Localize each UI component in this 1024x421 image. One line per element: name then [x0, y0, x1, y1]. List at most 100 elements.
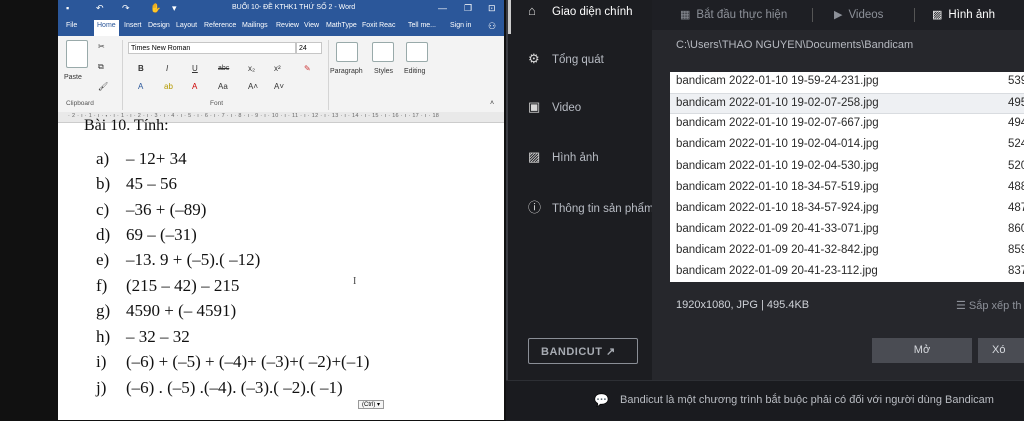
customize-qat-icon[interactable]: ▾	[172, 3, 177, 14]
sort-button[interactable]: ☰ Sắp xếp th	[956, 299, 1022, 312]
exercise-item: j) (–6) . (–5) .(–4). (–3).( –2).( –1)	[96, 378, 343, 397]
file-row[interactable]: bandicam 2022-01-10 19-02-07-667.jpg 494	[670, 114, 1024, 135]
info-icon: ⓘ	[528, 200, 542, 215]
restore-button[interactable]: ❐	[464, 3, 472, 14]
tell-me-search[interactable]: Tell me...	[408, 22, 436, 29]
exercise-item: a) – 12+ 34	[96, 149, 187, 168]
bandicam-footer: 💬 Bandicut là một chương trình bắt buộc …	[506, 380, 1024, 421]
word-window: ▪ ↶ ↷ ✋ ▾ BUỔI 10- ĐỀ KTHK1 THỨ SỐ 2 - W…	[58, 0, 504, 420]
file-row[interactable]: bandicam 2022-01-10 18-34-57-519.jpg 488	[670, 178, 1024, 199]
text-cursor-icon: I	[353, 276, 357, 287]
font-group-label: Font	[210, 100, 224, 107]
tab-videos[interactable]: ▶ Videos	[834, 8, 883, 21]
touch-mode-icon[interactable]: ✋	[150, 3, 161, 14]
shrink-font-icon[interactable]: A˅	[274, 82, 284, 91]
tab-view[interactable]: View	[304, 22, 319, 29]
editing-icon[interactable]	[406, 42, 428, 62]
file-list[interactable]: bandicam 2022-01-10 19-59-24-231.jpg 539 …	[670, 72, 1024, 282]
paragraph-icon[interactable]	[336, 42, 358, 62]
gear-icon: ⚙	[528, 51, 540, 66]
nav-home[interactable]: ⌂ Giao diện chính	[528, 3, 633, 18]
file-info: 1920x1080, JPG | 495.4KB	[676, 299, 810, 311]
user-icon[interactable]: ⚇	[488, 21, 496, 32]
tab-design[interactable]: Design	[148, 22, 170, 29]
italic-button[interactable]: I	[166, 64, 168, 73]
file-row[interactable]: bandicam 2022-01-09 20-41-23-112.jpg 837	[670, 262, 1024, 282]
ribbon-display-icon[interactable]: ⊡	[488, 3, 496, 14]
tab-divider	[812, 8, 813, 22]
underline-button[interactable]: U	[192, 64, 198, 73]
footer-message[interactable]: Bandicut là một chương trình bắt buộc ph…	[620, 394, 994, 406]
redo-icon[interactable]: ↷	[122, 3, 130, 14]
cut-icon[interactable]: ✂	[98, 42, 105, 51]
tab-file[interactable]: File	[66, 22, 77, 29]
file-row[interactable]: bandicam 2022-01-10 18-34-57-924.jpg 487	[670, 199, 1024, 220]
styles-button[interactable]: Styles	[374, 68, 393, 75]
video-icon: ▣	[528, 99, 541, 114]
font-name-select[interactable]: Times New Roman	[128, 42, 296, 54]
delete-button[interactable]: Xó	[978, 338, 1024, 363]
bandicam-main-panel: ▦ Bắt đầu thực hiện ▶ Videos ▨ Hình ảnh C:\…	[652, 0, 1024, 380]
document-page[interactable]: Bài 10. Tính: a) – 12+ 34 b) 45 – 56 c) –36…	[58, 117, 504, 420]
file-row-selected[interactable]: bandicam 2022-01-10 19-02-07-258.jpg 495	[670, 93, 1024, 114]
undo-icon[interactable]: ↶	[96, 3, 104, 14]
file-row[interactable]: bandicam 2022-01-10 19-02-04-014.jpg 524	[670, 135, 1024, 156]
tab-review[interactable]: Review	[276, 22, 299, 29]
bandicut-button[interactable]: BANDICUT ↗	[528, 338, 638, 364]
font-size-select[interactable]: 24	[296, 42, 322, 54]
paste-options-button[interactable]: (Ctrl) ▾	[358, 400, 385, 409]
change-case-icon[interactable]: Aa	[218, 82, 228, 91]
file-row[interactable]: bandicam 2022-01-09 20-41-32-842.jpg 859	[670, 241, 1024, 262]
styles-icon[interactable]	[372, 42, 394, 62]
paste-icon[interactable]	[66, 40, 88, 68]
tab-images[interactable]: ▨ Hình ảnh	[932, 8, 995, 21]
clear-formatting-icon[interactable]: ✎	[304, 64, 311, 73]
collapse-ribbon-icon[interactable]: ˄	[490, 100, 494, 107]
nav-image[interactable]: ▨ Hình ảnh	[528, 149, 599, 165]
tab-layout[interactable]: Layout	[176, 22, 197, 29]
superscript-button[interactable]: x²	[274, 64, 281, 73]
image-icon: ▨	[932, 9, 943, 21]
ribbon-home: Paste ✂ ⧉ 🖌 Clipboard Times New Roman 24…	[58, 36, 504, 113]
minimize-button[interactable]: —	[438, 3, 447, 13]
font-color-icon[interactable]: A	[192, 82, 197, 91]
folder-path[interactable]: C:\Users\THAO NGUYEN\Documents\Bandicam	[676, 39, 913, 51]
bandicam-window: ⌂ Giao diện chính ⚙ Tổng quát ▣ Video ▨ Hình…	[506, 0, 1024, 421]
copy-icon[interactable]: ⧉	[98, 62, 104, 72]
nav-video[interactable]: ▣ Video	[528, 99, 581, 115]
tab-home[interactable]: Home	[94, 20, 119, 36]
grow-font-icon[interactable]: A˄	[248, 82, 258, 91]
tab-mathtype[interactable]: MathType	[326, 22, 357, 29]
start-icon: ▦	[680, 9, 691, 21]
sign-in-link[interactable]: Sign in	[450, 22, 471, 29]
format-painter-icon[interactable]: 🖌	[98, 82, 108, 91]
open-button[interactable]: Mở	[872, 338, 972, 363]
subscript-button[interactable]: x₂	[248, 64, 255, 73]
paste-label[interactable]: Paste	[64, 74, 82, 81]
exercise-item: d) 69 – (–31)	[96, 225, 197, 244]
file-row[interactable]: bandicam 2022-01-10 19-02-04-530.jpg 520	[670, 157, 1024, 178]
nav-general[interactable]: ⚙ Tổng quát	[528, 51, 604, 67]
tab-mailings[interactable]: Mailings	[242, 22, 268, 29]
highlight-icon[interactable]: ab	[164, 82, 173, 91]
exercise-item: f) (215 – 42) – 215	[96, 276, 240, 295]
paragraph-button[interactable]: Paragraph	[330, 68, 363, 75]
bold-button[interactable]: B	[138, 64, 144, 73]
tab-get-started[interactable]: ▦ Bắt đầu thực hiện	[680, 8, 787, 21]
group-divider	[122, 40, 123, 110]
save-icon[interactable]: ▪	[66, 3, 69, 13]
nav-product-info[interactable]: ⓘ Thông tin sản phẩm	[528, 197, 654, 216]
tab-references[interactable]: Reference	[204, 22, 236, 29]
strikethrough-button[interactable]: abc	[218, 65, 229, 72]
editing-button[interactable]: Editing	[404, 68, 425, 75]
file-row[interactable]: bandicam 2022-01-10 19-59-24-231.jpg 539	[670, 72, 1024, 93]
word-titlebar: ▪ ↶ ↷ ✋ ▾ BUỔI 10- ĐỀ KTHK1 THỨ SỐ 2 - W…	[58, 0, 504, 18]
exercise-item: h) – 32 – 32	[96, 327, 190, 346]
clipboard-group-label: Clipboard	[66, 100, 94, 107]
tab-insert[interactable]: Insert	[124, 22, 142, 29]
group-divider	[328, 40, 329, 110]
text-effects-icon[interactable]: A	[138, 82, 143, 91]
tab-foxit-reader[interactable]: Foxit Reac	[362, 22, 395, 29]
window-title: BUỔI 10- ĐỀ KTHK1 THỨ SỐ 2 - Word	[232, 4, 356, 11]
file-row[interactable]: bandicam 2022-01-09 20-41-33-071.jpg 860	[670, 220, 1024, 241]
